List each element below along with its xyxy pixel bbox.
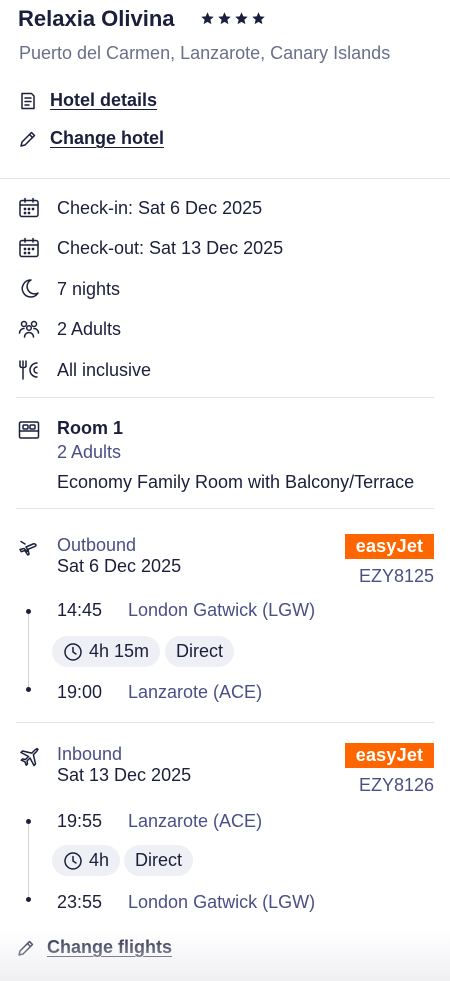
flight-timeline [28, 824, 29, 900]
nights-text: 7 nights [57, 278, 121, 299]
outbound-arrive-airport: Lanzarote (ACE) [128, 682, 263, 702]
hotel-location: Puerto del Carmen, Lanzarote, Canary Isl… [19, 43, 391, 63]
arrival-dot [26, 687, 31, 692]
section-divider [16, 722, 434, 723]
departure-dot [26, 819, 31, 824]
plane-takeoff-icon [19, 540, 37, 556]
room-title: Room 1 [57, 418, 124, 438]
bed-icon [18, 421, 40, 439]
stops-pill: Direct [124, 845, 194, 876]
checkin-text: Check-in: Sat 6 Dec 2025 [57, 197, 263, 218]
inbound-arrive-time: 23:55 [57, 892, 103, 912]
outbound-date: Sat 6 Dec 2025 [57, 556, 182, 576]
outbound-depart-time: 14:45 [57, 600, 103, 620]
inbound-stops: Direct [135, 850, 183, 870]
checkout-text: Check-out: Sat 13 Dec 2025 [57, 237, 284, 258]
document-icon [21, 92, 35, 109]
clock-icon [64, 642, 82, 661]
calendar-icon [19, 237, 39, 258]
inbound-arrive-airport: London Gatwick (LGW) [128, 892, 316, 912]
duration-pill: 4h 15m [52, 636, 161, 667]
plane-icon [20, 747, 39, 767]
inbound-depart-airport: Lanzarote (ACE) [128, 811, 263, 831]
hotel-name: Relaxia Olivina [18, 6, 175, 31]
people-icon [18, 320, 40, 338]
star-icon [252, 12, 265, 25]
room-type: Economy Family Room with Balcony/Terrace [57, 472, 415, 492]
checkin-row: Check-in: Sat 6 Dec 2025 [17, 196, 262, 220]
change-flights-label[interactable]: Change flights [47, 937, 172, 958]
checkout-row: Check-out: Sat 13 Dec 2025 [17, 236, 283, 260]
inbound-flight-number: EZY8126 [358, 775, 434, 795]
hotel-details-link[interactable]: Hotel details [18, 90, 157, 111]
inbound-date: Sat 13 Dec 2025 [57, 765, 192, 785]
guests-row: 2 Adults [17, 317, 121, 341]
outbound-duration: 4h 15m [89, 641, 150, 661]
outbound-flight-number: EZY8125 [358, 566, 434, 586]
airline-logo: easyJet [345, 534, 434, 559]
inbound-depart-time: 19:55 [57, 811, 103, 831]
departure-dot [26, 609, 31, 614]
section-divider [16, 397, 434, 398]
board-text: All inclusive [57, 359, 152, 380]
change-flights-link[interactable]: Change flights [16, 937, 172, 958]
outbound-depart-airport: London Gatwick (LGW) [128, 600, 316, 620]
star-icon [201, 12, 214, 25]
clock-icon [64, 851, 82, 870]
outbound-arrive-time: 19:00 [57, 682, 103, 702]
stops-pill: Direct [165, 636, 235, 667]
guests-text: 2 Adults [57, 318, 122, 339]
flight-timeline [28, 614, 29, 690]
moon-icon [21, 279, 39, 298]
inbound-duration: 4h [89, 850, 110, 870]
airline-logo: easyJet [345, 743, 434, 768]
dining-icon [19, 360, 38, 380]
inbound-label: Inbound [57, 744, 123, 764]
duration-pill: 4h [52, 845, 121, 876]
change-hotel-label[interactable]: Change hotel [50, 128, 164, 149]
pencil-icon [20, 131, 36, 147]
outbound-stops: Direct [176, 641, 224, 661]
star-rating [200, 11, 266, 26]
room-occupancy: 2 Adults [57, 442, 122, 462]
outbound-label: Outbound [57, 535, 137, 555]
change-hotel-link[interactable]: Change hotel [18, 128, 164, 149]
star-icon [235, 12, 248, 25]
arrival-dot [26, 897, 31, 902]
nights-row: 7 nights [17, 277, 120, 301]
hotel-details-label[interactable]: Hotel details [50, 90, 157, 111]
section-divider [16, 508, 434, 509]
calendar-icon [19, 197, 39, 218]
star-icon [218, 12, 231, 25]
pencil-icon [18, 940, 34, 956]
section-divider [0, 178, 450, 179]
board-row: All inclusive [17, 358, 151, 382]
